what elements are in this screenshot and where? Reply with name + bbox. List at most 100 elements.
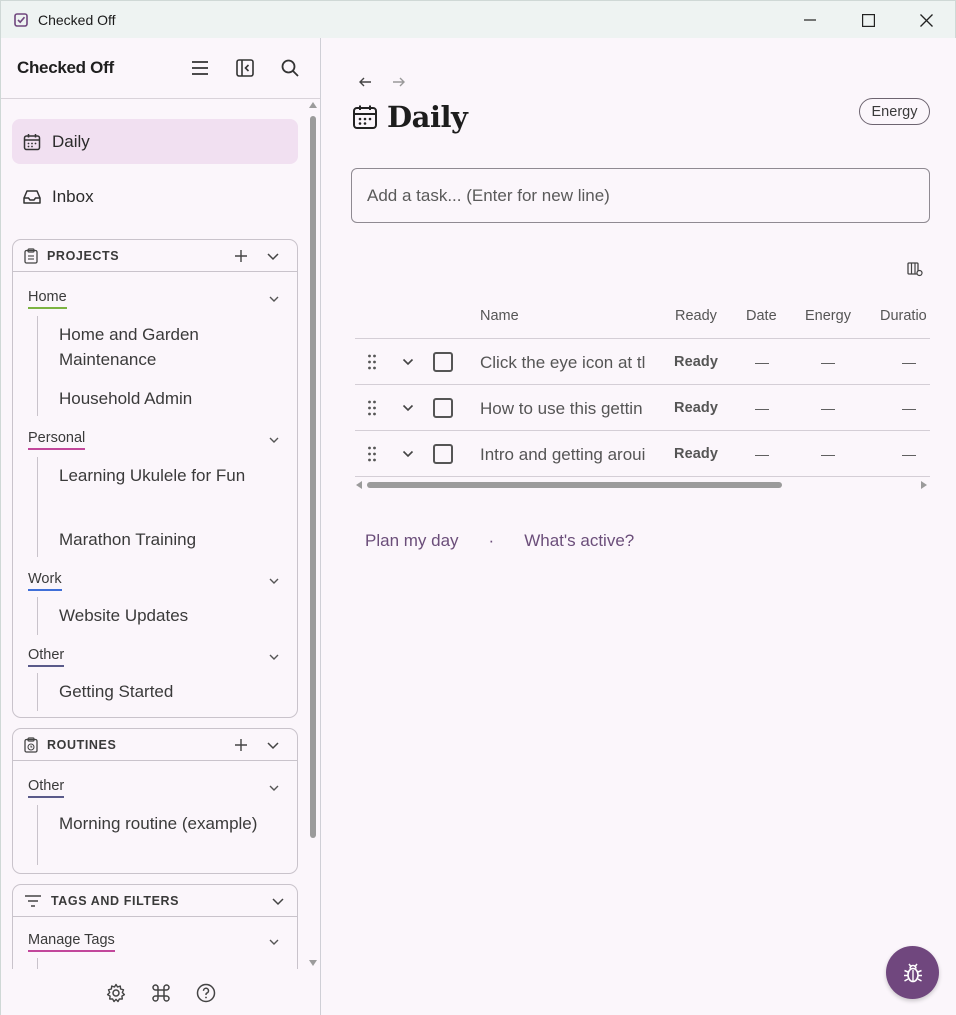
task-name[interactable]: How to use this gettin bbox=[480, 399, 655, 419]
project-group-personal[interactable]: Personal bbox=[28, 430, 86, 450]
group-label: Personal bbox=[28, 430, 86, 446]
table-row[interactable]: How to use this gettin Ready — — — bbox=[355, 385, 930, 431]
task-energy[interactable]: — bbox=[821, 400, 835, 416]
task-date[interactable]: — bbox=[755, 446, 769, 462]
forward-arrow-icon[interactable] bbox=[392, 75, 406, 89]
chevron-down-icon[interactable] bbox=[267, 433, 281, 447]
scrollbar-thumb[interactable] bbox=[310, 116, 316, 838]
calendar-icon bbox=[22, 132, 42, 152]
back-arrow-icon[interactable] bbox=[358, 75, 372, 89]
scroll-down-arrow-icon[interactable] bbox=[309, 959, 317, 967]
column-header-date[interactable]: Date bbox=[746, 308, 777, 324]
project-group-home[interactable]: Home bbox=[28, 289, 67, 309]
projects-panel: PROJECTS Home Home and Garden Maintenanc… bbox=[12, 239, 298, 718]
column-header-energy[interactable]: Energy bbox=[805, 308, 851, 324]
task-energy[interactable]: — bbox=[821, 354, 835, 370]
drag-handle-icon[interactable] bbox=[367, 399, 377, 417]
group-label: Home bbox=[28, 289, 67, 305]
window-title: Checked Off bbox=[38, 11, 116, 28]
group-underline bbox=[28, 665, 65, 667]
routine-group-other[interactable]: Other bbox=[28, 778, 65, 798]
task-duration[interactable]: — bbox=[902, 354, 916, 370]
search-button[interactable] bbox=[278, 56, 302, 80]
menu-button[interactable] bbox=[188, 56, 212, 80]
collapse-projects-chevron-icon[interactable] bbox=[265, 248, 281, 264]
tree-line bbox=[37, 457, 38, 557]
whats-active-link[interactable]: What's active? bbox=[524, 531, 634, 551]
manage-tags-link[interactable]: Manage Tags bbox=[28, 932, 115, 952]
expand-chevron-icon[interactable] bbox=[401, 447, 415, 461]
sidebar-scrollbar[interactable] bbox=[309, 99, 317, 969]
task-date[interactable]: — bbox=[755, 354, 769, 370]
scrollbar-thumb[interactable] bbox=[367, 482, 782, 488]
help-button[interactable] bbox=[195, 982, 217, 1004]
routines-title: ROUTINES bbox=[47, 737, 117, 752]
column-header-duration[interactable]: Duratio bbox=[880, 308, 927, 324]
filter-icon bbox=[23, 893, 43, 909]
collapse-sidebar-button[interactable] bbox=[233, 56, 257, 80]
table-row[interactable]: Click the eye icon at tl Ready — — — bbox=[355, 339, 930, 385]
drag-handle-icon[interactable] bbox=[367, 353, 377, 371]
project-item[interactable]: Household Admin bbox=[59, 386, 259, 411]
chevron-down-icon[interactable] bbox=[267, 781, 281, 795]
task-date[interactable]: — bbox=[755, 400, 769, 416]
task-name[interactable]: Intro and getting aroui bbox=[480, 445, 655, 465]
plan-my-day-link[interactable]: Plan my day bbox=[365, 531, 459, 551]
chevron-down-icon[interactable] bbox=[267, 574, 281, 588]
nav-item-inbox[interactable]: Inbox bbox=[12, 174, 298, 219]
chevron-down-icon[interactable] bbox=[267, 650, 281, 664]
group-label: Other bbox=[28, 778, 65, 794]
scroll-right-arrow-icon[interactable] bbox=[921, 481, 928, 489]
tree-line bbox=[37, 805, 38, 865]
group-underline bbox=[28, 307, 67, 309]
task-checkbox[interactable] bbox=[433, 398, 453, 418]
bug-report-button[interactable] bbox=[886, 946, 939, 999]
task-checkbox[interactable] bbox=[433, 352, 453, 372]
add-routine-icon[interactable] bbox=[233, 737, 249, 753]
add-task-input[interactable] bbox=[351, 168, 930, 223]
chevron-down-icon[interactable] bbox=[267, 292, 281, 306]
project-item[interactable]: Marathon Training bbox=[59, 527, 259, 552]
command-palette-button[interactable] bbox=[150, 982, 172, 1004]
routine-item[interactable]: Morning routine (example) bbox=[59, 811, 259, 836]
group-label: Work bbox=[28, 571, 62, 587]
scroll-up-arrow-icon[interactable] bbox=[309, 101, 317, 109]
energy-button[interactable]: Energy bbox=[859, 98, 930, 125]
project-item[interactable]: Getting Started bbox=[59, 679, 259, 704]
expand-chevron-icon[interactable] bbox=[401, 355, 415, 369]
drag-handle-icon[interactable] bbox=[367, 445, 377, 463]
project-item[interactable]: Home and Garden Maintenance bbox=[59, 322, 259, 372]
task-checkbox[interactable] bbox=[433, 444, 453, 464]
nav-item-daily[interactable]: Daily bbox=[12, 119, 298, 164]
project-group-work[interactable]: Work bbox=[28, 571, 62, 591]
close-button[interactable] bbox=[897, 1, 955, 39]
column-settings-icon[interactable] bbox=[907, 261, 923, 277]
task-table: Name Ready Date Energy Duratio Click the… bbox=[355, 293, 930, 478]
chevron-down-icon[interactable] bbox=[267, 935, 281, 949]
group-underline bbox=[28, 589, 62, 591]
task-energy[interactable]: — bbox=[821, 446, 835, 462]
settings-button[interactable] bbox=[105, 982, 127, 1004]
collapse-tags-chevron-icon[interactable] bbox=[270, 893, 286, 909]
table-row[interactable]: Intro and getting aroui Ready — — — bbox=[355, 431, 930, 477]
task-ready: Ready bbox=[674, 354, 719, 370]
project-item[interactable]: Learning Ukulele for Fun bbox=[59, 463, 259, 488]
project-item[interactable]: Website Updates bbox=[59, 603, 259, 628]
page-title: Daily bbox=[352, 100, 468, 134]
task-duration[interactable]: — bbox=[902, 446, 916, 462]
add-project-icon[interactable] bbox=[233, 248, 249, 264]
search-icon bbox=[281, 59, 299, 77]
table-horizontal-scrollbar[interactable] bbox=[355, 480, 930, 490]
task-duration[interactable]: — bbox=[902, 400, 916, 416]
maximize-button[interactable] bbox=[839, 1, 897, 39]
tree-line bbox=[37, 673, 38, 711]
column-header-ready[interactable]: Ready bbox=[675, 308, 717, 324]
project-group-other[interactable]: Other bbox=[28, 647, 65, 667]
minimize-button[interactable] bbox=[781, 1, 839, 39]
collapse-routines-chevron-icon[interactable] bbox=[265, 737, 281, 753]
scroll-left-arrow-icon[interactable] bbox=[355, 481, 362, 489]
tags-panel: TAGS AND FILTERS Manage Tags bbox=[12, 884, 298, 969]
expand-chevron-icon[interactable] bbox=[401, 401, 415, 415]
task-name[interactable]: Click the eye icon at tl bbox=[480, 353, 655, 373]
column-header-name[interactable]: Name bbox=[480, 308, 519, 324]
